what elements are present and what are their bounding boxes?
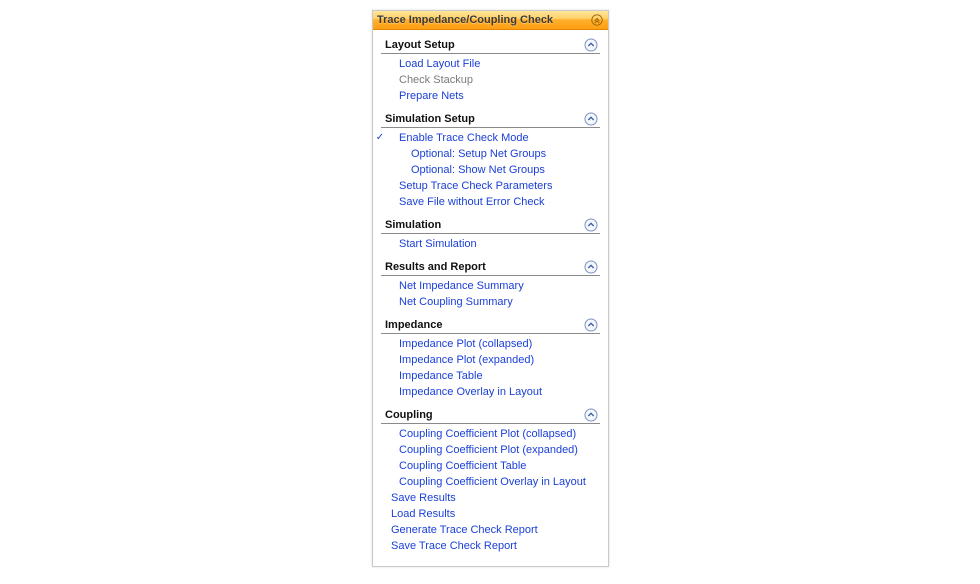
section-header-layout-setup[interactable]: Layout Setup [381,36,600,54]
chevron-up-icon[interactable] [584,218,598,232]
item-net-impedance-summary[interactable]: Net Impedance Summary [381,278,600,294]
section-items: Net Impedance Summary Net Coupling Summa… [381,276,600,314]
item-cc-plot-expanded[interactable]: Coupling Coefficient Plot (expanded) [381,442,600,458]
panel-header: Trace Impedance/Coupling Check [373,11,608,30]
item-label: Coupling Coefficient Plot (collapsed) [385,426,576,442]
section-layout-setup: Layout Setup Load Layout File Check Stac… [381,36,600,108]
item-setup-trace-check-params[interactable]: Setup Trace Check Parameters [381,178,600,194]
section-items: Start Simulation [381,234,600,256]
section-title: Coupling [385,409,433,421]
item-impedance-table[interactable]: Impedance Table [381,368,600,384]
item-generate-trace-check-report[interactable]: Generate Trace Check Report [381,522,600,538]
section-items: ✓ Enable Trace Check Mode Optional: Setu… [381,128,600,214]
item-label: Start Simulation [385,236,477,252]
item-label: Prepare Nets [385,88,464,104]
item-label: Generate Trace Check Report [385,522,538,538]
section-header-coupling[interactable]: Coupling [381,406,600,424]
item-save-trace-check-report[interactable]: Save Trace Check Report [381,538,600,554]
section-coupling: Coupling Coupling Coefficient Plot (coll… [381,406,600,558]
panel-body: Layout Setup Load Layout File Check Stac… [373,30,608,566]
item-label: Impedance Overlay in Layout [385,384,542,400]
item-net-coupling-summary[interactable]: Net Coupling Summary [381,294,600,310]
item-label: Load Layout File [385,56,480,72]
section-header-simulation-setup[interactable]: Simulation Setup [381,110,600,128]
chevron-up-icon[interactable] [584,408,598,422]
panel-collapse-icon[interactable] [590,13,604,27]
section-title: Simulation Setup [385,113,475,125]
item-load-layout-file[interactable]: Load Layout File [381,56,600,72]
item-label: Enable Trace Check Mode [385,130,529,146]
section-title: Results and Report [385,261,486,273]
item-enable-trace-check-mode[interactable]: ✓ Enable Trace Check Mode [381,130,600,146]
item-setup-net-groups[interactable]: Optional: Setup Net Groups [381,146,600,162]
item-load-results[interactable]: Load Results [381,506,600,522]
item-label: Save Trace Check Report [385,538,517,554]
item-label: Setup Trace Check Parameters [385,178,552,194]
item-label: Check Stackup [385,72,473,88]
section-items: Impedance Plot (collapsed) Impedance Plo… [381,334,600,404]
item-label: Save Results [385,490,456,506]
section-title: Layout Setup [385,39,455,51]
section-items: Coupling Coefficient Plot (collapsed) Co… [381,424,600,558]
section-header-simulation[interactable]: Simulation [381,216,600,234]
item-label: Net Coupling Summary [385,294,513,310]
section-title: Simulation [385,219,441,231]
item-label: Net Impedance Summary [385,278,524,294]
chevron-up-icon[interactable] [584,318,598,332]
item-label: Impedance Table [385,368,483,384]
item-check-stackup: Check Stackup [381,72,600,88]
item-cc-table[interactable]: Coupling Coefficient Table [381,458,600,474]
item-label: Load Results [385,506,455,522]
item-save-file-without-error-check[interactable]: Save File without Error Check [381,194,600,210]
item-prepare-nets[interactable]: Prepare Nets [381,88,600,104]
panel-title: Trace Impedance/Coupling Check [377,14,553,26]
item-label: Optional: Show Net Groups [385,162,545,178]
item-label: Coupling Coefficient Plot (expanded) [385,442,578,458]
item-label: Coupling Coefficient Table [385,458,526,474]
item-show-net-groups[interactable]: Optional: Show Net Groups [381,162,600,178]
item-label: Coupling Coefficient Overlay in Layout [385,474,586,490]
item-label: Optional: Setup Net Groups [385,146,546,162]
item-label: Save File without Error Check [385,194,545,210]
item-impedance-plot-expanded[interactable]: Impedance Plot (expanded) [381,352,600,368]
section-header-impedance[interactable]: Impedance [381,316,600,334]
section-items: Load Layout File Check Stackup Prepare N… [381,54,600,108]
chevron-up-icon[interactable] [584,38,598,52]
section-impedance: Impedance Impedance Plot (collapsed) Imp… [381,316,600,404]
item-save-results[interactable]: Save Results [381,490,600,506]
item-impedance-plot-collapsed[interactable]: Impedance Plot (collapsed) [381,336,600,352]
section-simulation-setup: Simulation Setup ✓ Enable Trace Check Mo… [381,110,600,214]
check-icon: ✓ [375,130,385,146]
item-label: Impedance Plot (expanded) [385,352,534,368]
item-impedance-overlay-layout[interactable]: Impedance Overlay in Layout [381,384,600,400]
section-header-results-report[interactable]: Results and Report [381,258,600,276]
item-cc-overlay-layout[interactable]: Coupling Coefficient Overlay in Layout [381,474,600,490]
section-title: Impedance [385,319,442,331]
item-cc-plot-collapsed[interactable]: Coupling Coefficient Plot (collapsed) [381,426,600,442]
chevron-up-icon[interactable] [584,260,598,274]
section-results-report: Results and Report Net Impedance Summary… [381,258,600,314]
item-start-simulation[interactable]: Start Simulation [381,236,600,252]
trace-impedance-panel: Trace Impedance/Coupling Check Layout Se… [372,10,609,567]
section-simulation: Simulation Start Simulation [381,216,600,256]
chevron-up-icon[interactable] [584,112,598,126]
item-label: Impedance Plot (collapsed) [385,336,532,352]
